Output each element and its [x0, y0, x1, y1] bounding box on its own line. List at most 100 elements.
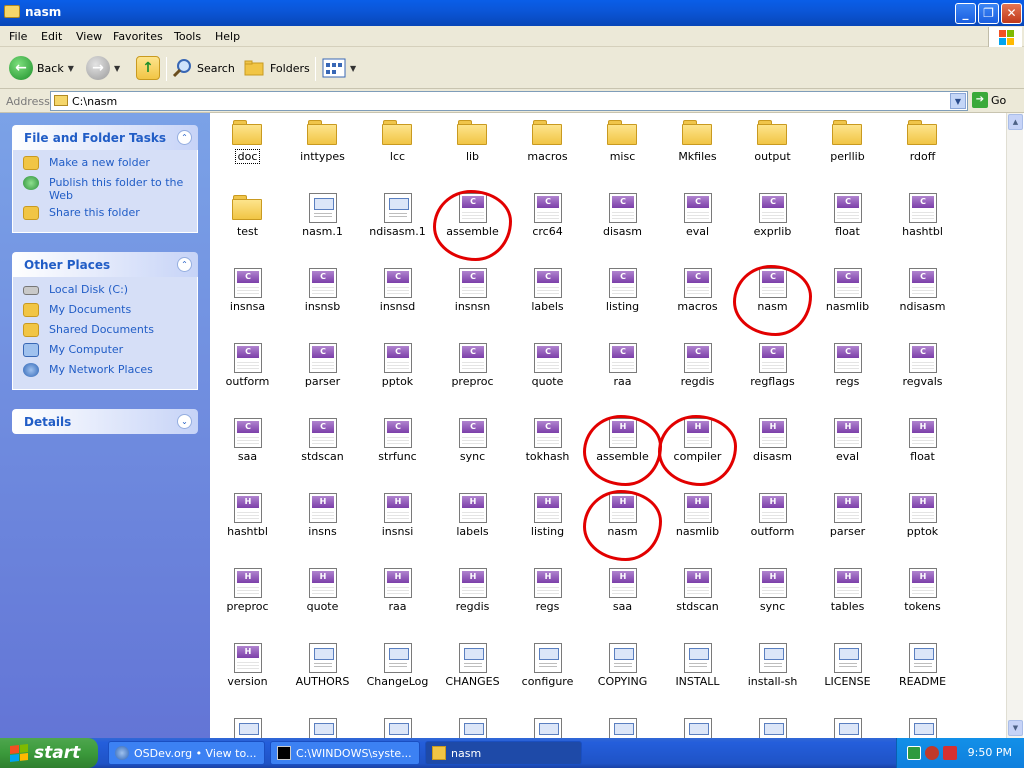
- file-item[interactable]: listing: [510, 488, 585, 563]
- menu-edit[interactable]: Edit: [41, 30, 62, 43]
- file-item[interactable]: CHANGES: [435, 638, 510, 713]
- file-list-view[interactable]: doc inttypes lcc lib macros misc Mkfiles output…: [210, 113, 1006, 738]
- close-button[interactable]: ✕: [1001, 3, 1022, 24]
- file-item[interactable]: raa: [585, 338, 660, 413]
- file-item[interactable]: macros: [510, 113, 585, 188]
- views-button[interactable]: ▼: [322, 55, 356, 81]
- shared-documents-link[interactable]: Shared Documents: [23, 323, 197, 343]
- file-item[interactable]: version: [210, 638, 285, 713]
- file-item[interactable]: Mkfiles: [660, 113, 735, 188]
- chevron-down-icon[interactable]: ▼: [950, 93, 966, 109]
- file-item[interactable]: parser: [285, 338, 360, 413]
- file-item[interactable]: LICENSE: [810, 638, 885, 713]
- file-item[interactable]: [285, 713, 360, 738]
- scroll-down-icon[interactable]: ▼: [1008, 720, 1023, 736]
- file-item[interactable]: nasm.1: [285, 188, 360, 263]
- panel-header[interactable]: Details ⌄: [12, 409, 198, 434]
- file-item[interactable]: ndisasm.1: [360, 188, 435, 263]
- file-item[interactable]: inttypes: [285, 113, 360, 188]
- file-item[interactable]: outform: [735, 488, 810, 563]
- file-item[interactable]: regs: [810, 338, 885, 413]
- menu-tools[interactable]: Tools: [174, 30, 201, 43]
- file-item[interactable]: sync: [735, 563, 810, 638]
- file-item[interactable]: labels: [435, 488, 510, 563]
- file-item[interactable]: strfunc: [360, 413, 435, 488]
- security-shield-icon[interactable]: [943, 746, 957, 760]
- minimize-button[interactable]: _: [955, 3, 976, 24]
- file-item[interactable]: quote: [510, 338, 585, 413]
- search-button[interactable]: Search: [171, 55, 235, 81]
- file-item[interactable]: [360, 713, 435, 738]
- file-item[interactable]: stdscan: [285, 413, 360, 488]
- back-button[interactable]: ← Back ▼: [9, 55, 74, 81]
- my-network-places-link[interactable]: My Network Places: [23, 363, 197, 383]
- make-new-folder-link[interactable]: Make a new folder: [23, 156, 197, 176]
- taskbar-item-nasm[interactable]: nasm: [425, 741, 582, 765]
- taskbar-item-cmd[interactable]: C:\WINDOWS\syste...: [270, 741, 420, 765]
- file-item[interactable]: ndisasm: [885, 263, 960, 338]
- file-item[interactable]: disasm: [585, 188, 660, 263]
- file-item[interactable]: lcc: [360, 113, 435, 188]
- panel-header[interactable]: Other Places ⌃: [12, 252, 198, 277]
- clock[interactable]: 9:50 PM: [968, 746, 1012, 759]
- file-item[interactable]: parser: [810, 488, 885, 563]
- file-item[interactable]: [210, 713, 285, 738]
- file-item[interactable]: eval: [660, 188, 735, 263]
- go-button[interactable]: ➔ Go: [972, 92, 1006, 108]
- file-item[interactable]: [660, 713, 735, 738]
- file-item[interactable]: regflags: [735, 338, 810, 413]
- file-item[interactable]: saa: [585, 563, 660, 638]
- file-item[interactable]: tokens: [885, 563, 960, 638]
- panel-header[interactable]: File and Folder Tasks ⌃: [12, 125, 198, 150]
- taskbar-item-osdev[interactable]: OSDev.org • View to...: [108, 741, 265, 765]
- vertical-scrollbar[interactable]: ▲ ▼: [1006, 113, 1023, 738]
- file-item[interactable]: nasmlib: [660, 488, 735, 563]
- file-item[interactable]: regs: [510, 563, 585, 638]
- file-item[interactable]: pptok: [885, 488, 960, 563]
- file-item[interactable]: [885, 713, 960, 738]
- file-item[interactable]: ChangeLog: [360, 638, 435, 713]
- publish-web-link[interactable]: Publish this folder to the Web: [23, 176, 197, 206]
- file-item[interactable]: lib: [435, 113, 510, 188]
- file-item[interactable]: rdoff: [885, 113, 960, 188]
- file-item[interactable]: misc: [585, 113, 660, 188]
- file-item[interactable]: INSTALL: [660, 638, 735, 713]
- file-item[interactable]: regvals: [885, 338, 960, 413]
- file-item[interactable]: disasm: [735, 413, 810, 488]
- file-item[interactable]: AUTHORS: [285, 638, 360, 713]
- file-item[interactable]: hashtbl: [210, 488, 285, 563]
- file-item[interactable]: macros: [660, 263, 735, 338]
- expand-icon[interactable]: ⌄: [177, 414, 192, 429]
- file-item[interactable]: [735, 713, 810, 738]
- menu-favorites[interactable]: Favorites: [113, 30, 163, 43]
- file-item[interactable]: output: [735, 113, 810, 188]
- file-item[interactable]: float: [885, 413, 960, 488]
- file-item[interactable]: nasmlib: [810, 263, 885, 338]
- collapse-icon[interactable]: ⌃: [177, 130, 192, 145]
- file-item[interactable]: preproc: [435, 338, 510, 413]
- start-button[interactable]: start: [0, 738, 98, 768]
- file-item[interactable]: README: [885, 638, 960, 713]
- collapse-icon[interactable]: ⌃: [177, 257, 192, 272]
- file-item[interactable]: doc: [210, 113, 285, 188]
- file-item[interactable]: tokhash: [510, 413, 585, 488]
- file-item[interactable]: raa: [360, 563, 435, 638]
- my-computer-link[interactable]: My Computer: [23, 343, 197, 363]
- file-item[interactable]: configure: [510, 638, 585, 713]
- file-item[interactable]: saa: [210, 413, 285, 488]
- menu-file[interactable]: File: [9, 30, 27, 43]
- file-item[interactable]: test: [210, 188, 285, 263]
- file-item[interactable]: install-sh: [735, 638, 810, 713]
- file-item[interactable]: float: [810, 188, 885, 263]
- file-item[interactable]: [510, 713, 585, 738]
- file-item[interactable]: insns: [285, 488, 360, 563]
- tray-app-icon[interactable]: [907, 746, 921, 760]
- chevron-down-icon[interactable]: ▼: [114, 64, 120, 73]
- file-item[interactable]: pptok: [360, 338, 435, 413]
- maximize-button[interactable]: ❐: [978, 3, 999, 24]
- file-item[interactable]: sync: [435, 413, 510, 488]
- file-item[interactable]: insnsd: [360, 263, 435, 338]
- forward-button[interactable]: → ▼: [86, 55, 120, 81]
- file-item[interactable]: eval: [810, 413, 885, 488]
- file-item[interactable]: exprlib: [735, 188, 810, 263]
